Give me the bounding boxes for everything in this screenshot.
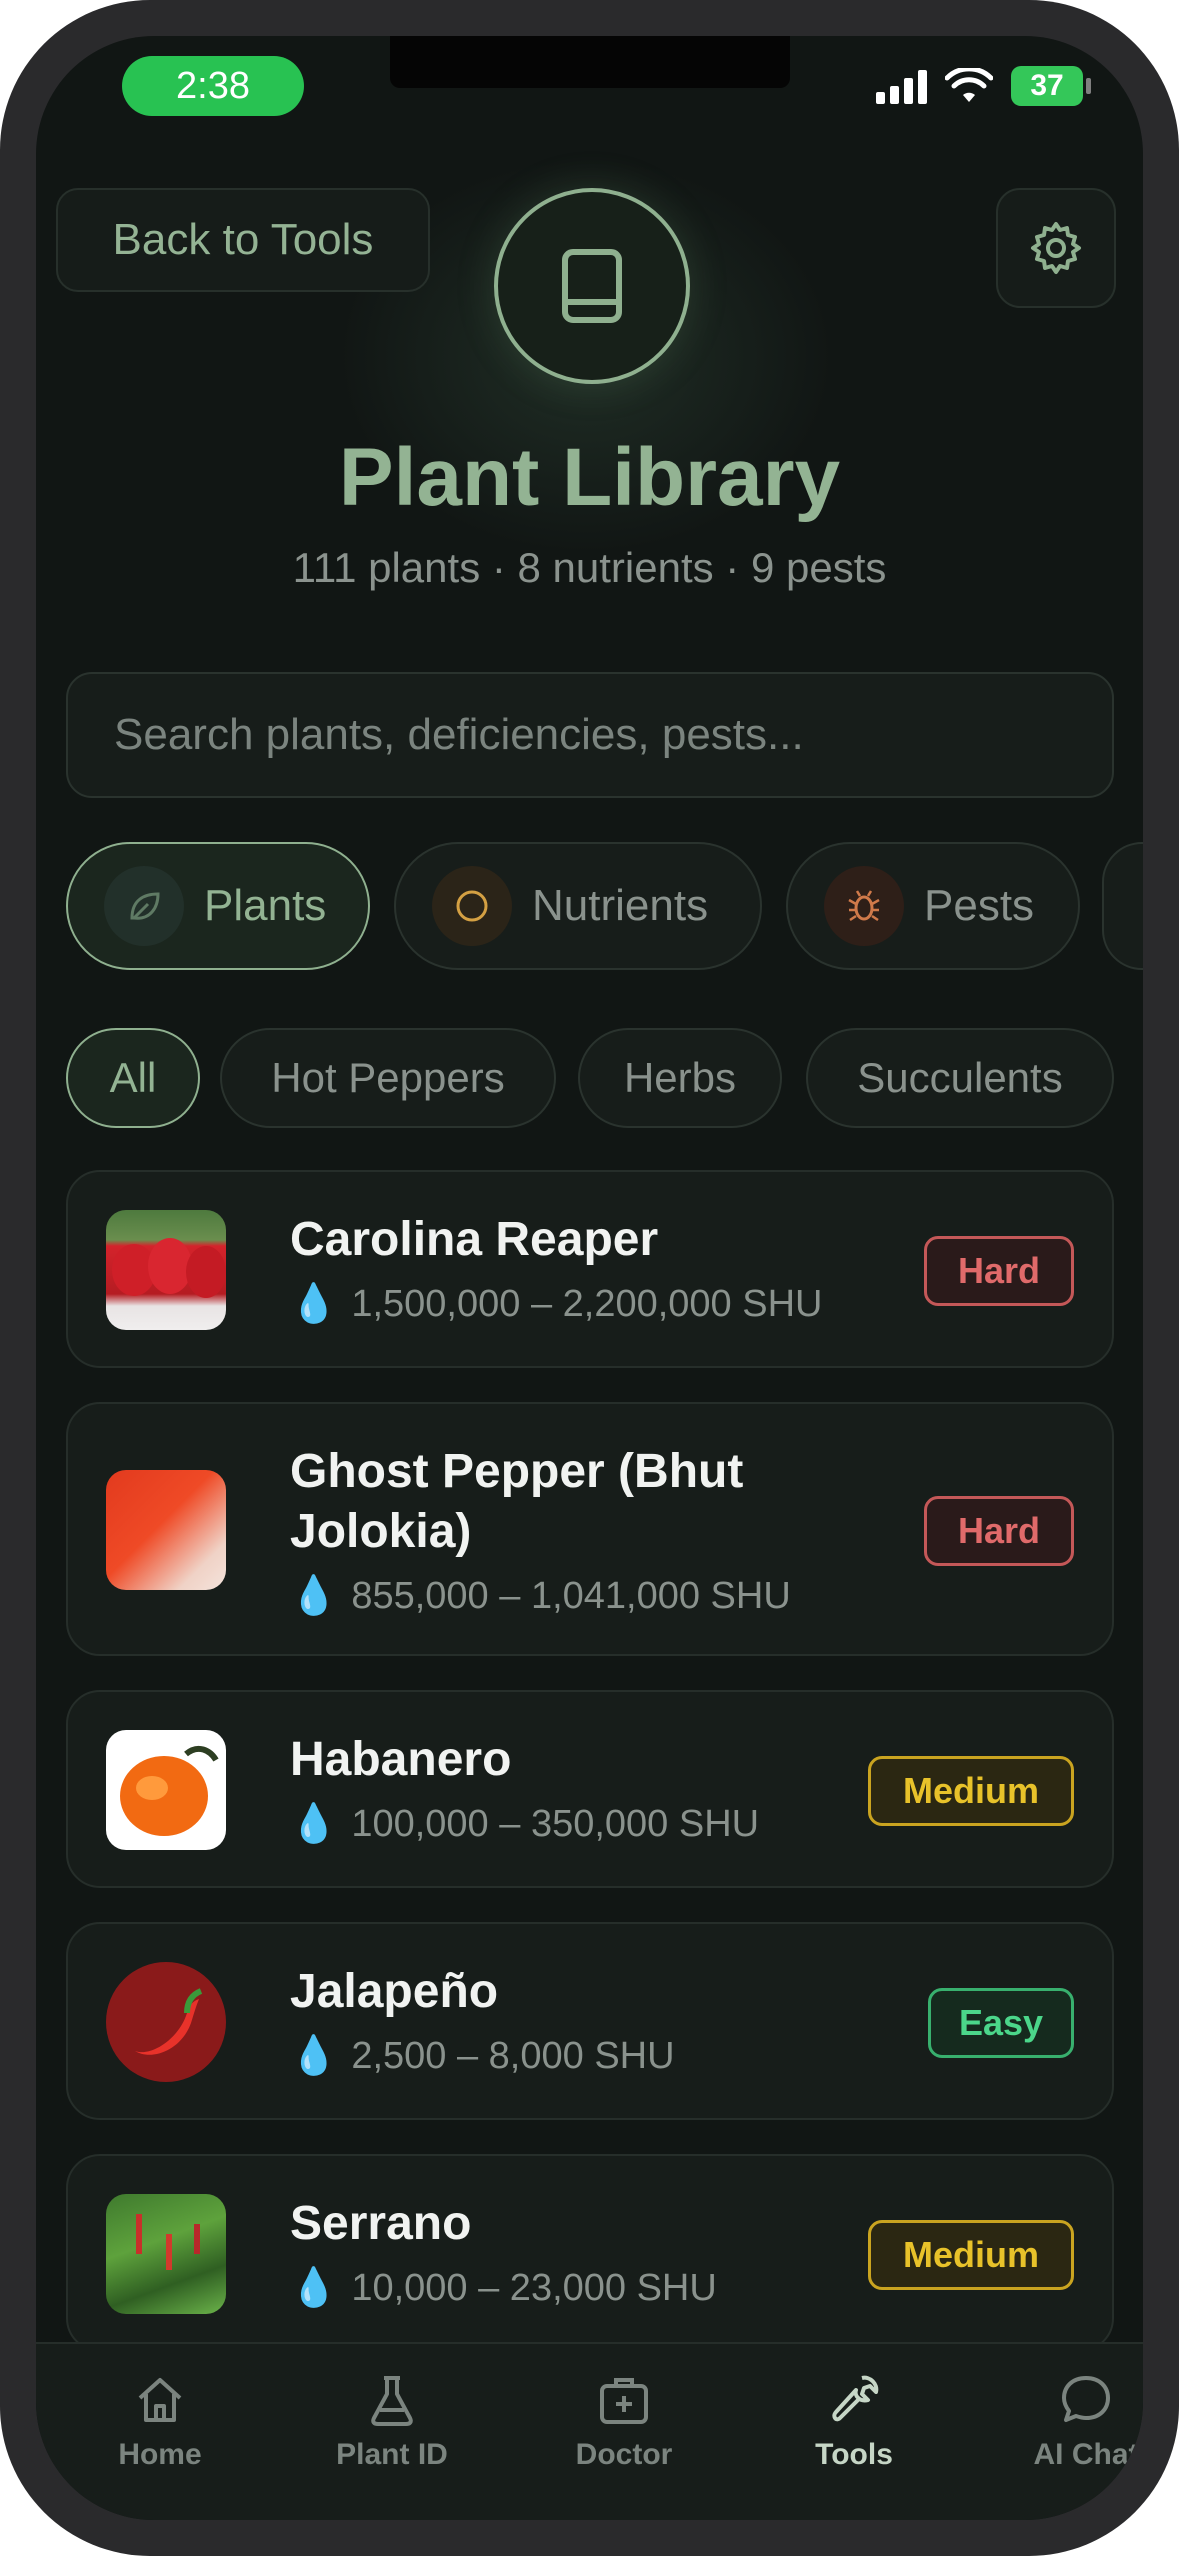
shu-value: 1,500,000 – 2,200,000 SHU — [351, 1282, 823, 1325]
plant-name: Jalapeño — [290, 1965, 499, 2018]
settings-button[interactable] — [996, 188, 1116, 308]
tab-nutrients[interactable]: Nutrients — [394, 842, 762, 970]
back-to-tools-button[interactable]: Back to Tools — [56, 188, 430, 292]
filter-all[interactable]: All — [66, 1028, 200, 1128]
page-title: Plant Library — [338, 432, 841, 523]
gear-icon — [1031, 222, 1081, 274]
plant-name: Carolina Reaper — [290, 1213, 659, 1266]
flame-icon: 💧 — [290, 1575, 338, 1617]
plant-name: Ghost Pepper (Bhut Jolokia) — [290, 1445, 744, 1558]
shu-value: 100,000 – 350,000 SHU — [351, 1802, 760, 1845]
plant-card-carolina-reaper[interactable]: Carolina Reaper 💧 1,500,000 – 2,200,000 … — [66, 1170, 1114, 1368]
filter-succulents[interactable]: Succulents — [806, 1028, 1114, 1128]
screen: 2:38 37 Back to Tools Plant Library 111 … — [36, 36, 1143, 2520]
tab-more[interactable] — [1102, 842, 1143, 970]
nav-doctor[interactable]: Doctor — [524, 2372, 724, 2472]
tab-pests[interactable]: Pests — [786, 842, 1080, 970]
wrench-icon — [832, 2375, 879, 2422]
flame-icon: 💧 — [290, 1803, 338, 1845]
flame-icon: 💧 — [290, 2035, 338, 2077]
plant-thumbnail — [106, 1210, 226, 1330]
nav-home[interactable]: Home — [60, 2372, 260, 2472]
tab-label: Pests — [924, 881, 1035, 930]
difficulty-badge: Easy — [928, 1988, 1074, 2058]
plant-name: Habanero — [290, 1733, 512, 1786]
difficulty-badge: Hard — [924, 1496, 1074, 1566]
bug-icon — [824, 866, 904, 946]
difficulty-badge: Medium — [868, 2220, 1074, 2290]
difficulty-badge: Hard — [924, 1236, 1074, 1306]
tab-label: Nutrients — [532, 881, 709, 930]
tab-label: Plants — [204, 881, 327, 930]
plant-heat-range: 💧 855,000 – 1,041,000 SHU — [290, 1574, 791, 1618]
plant-card-serrano[interactable]: Serrano 💧 10,000 – 23,000 SHU Medium — [66, 2154, 1114, 2352]
flame-icon: 💧 — [290, 1283, 338, 1325]
shu-value: 10,000 – 23,000 SHU — [351, 2266, 717, 2309]
dynamic-island — [390, 36, 790, 88]
shu-value: 2,500 – 8,000 SHU — [351, 2034, 675, 2077]
filter-hot-peppers[interactable]: Hot Peppers — [220, 1028, 556, 1128]
plant-thumbnail — [106, 1470, 226, 1590]
leaf-icon — [104, 866, 184, 946]
battery-icon: 37 — [1011, 66, 1091, 106]
shu-value: 855,000 – 1,041,000 SHU — [351, 1574, 791, 1617]
nav-ai-chat[interactable]: AI Chat — [986, 2372, 1143, 2472]
circle-icon — [432, 866, 512, 946]
status-icons: 37 — [876, 64, 1091, 108]
plant-heat-range: 💧 1,500,000 – 2,200,000 SHU — [290, 1282, 822, 1326]
plant-card-habanero[interactable]: Habanero 💧 100,000 – 350,000 SHU Medium — [66, 1690, 1114, 1888]
book-icon — [562, 249, 622, 323]
flask-icon — [371, 2376, 413, 2426]
plant-card-ghost-pepper[interactable]: Ghost Pepper (Bhut Jolokia) 💧 855,000 – … — [66, 1402, 1114, 1656]
plant-thumbnail — [106, 2194, 226, 2314]
status-time: 2:38 — [122, 56, 304, 116]
plant-thumbnail — [106, 1962, 226, 2082]
plant-heat-range: 💧 2,500 – 8,000 SHU — [290, 2034, 675, 2078]
filter-herbs[interactable]: Herbs — [578, 1028, 782, 1128]
search-input[interactable]: Search plants, deficiencies, pests... — [66, 672, 1114, 798]
flame-icon: 💧 — [290, 2267, 338, 2309]
home-icon — [138, 2378, 182, 2422]
plant-card-jalapeno[interactable]: Jalapeño 💧 2,500 – 8,000 SHU Easy — [66, 1922, 1114, 2120]
plant-heat-range: 💧 100,000 – 350,000 SHU — [290, 1802, 759, 1846]
bottom-tab-bar: Home Plant ID Doctor Tools AI Chat — [36, 2342, 1143, 2520]
chat-icon — [1062, 2376, 1110, 2422]
difficulty-badge: Medium — [868, 1756, 1074, 1826]
medkit-icon — [600, 2378, 648, 2424]
cellular-signal-icon — [876, 68, 927, 104]
nav-tools[interactable]: Tools — [754, 2372, 954, 2472]
device-frame: 2:38 37 Back to Tools Plant Library 111 … — [0, 0, 1179, 2556]
nav-plant-id[interactable]: Plant ID — [292, 2372, 492, 2472]
library-badge — [494, 188, 690, 384]
library-counts: 111 plants · 8 nutrients · 9 pests — [292, 544, 887, 591]
plant-heat-range: 💧 10,000 – 23,000 SHU — [290, 2266, 717, 2310]
tab-plants[interactable]: Plants — [66, 842, 370, 970]
wifi-icon — [945, 68, 993, 102]
plant-thumbnail — [106, 1730, 226, 1850]
plant-name: Serrano — [290, 2197, 472, 2250]
